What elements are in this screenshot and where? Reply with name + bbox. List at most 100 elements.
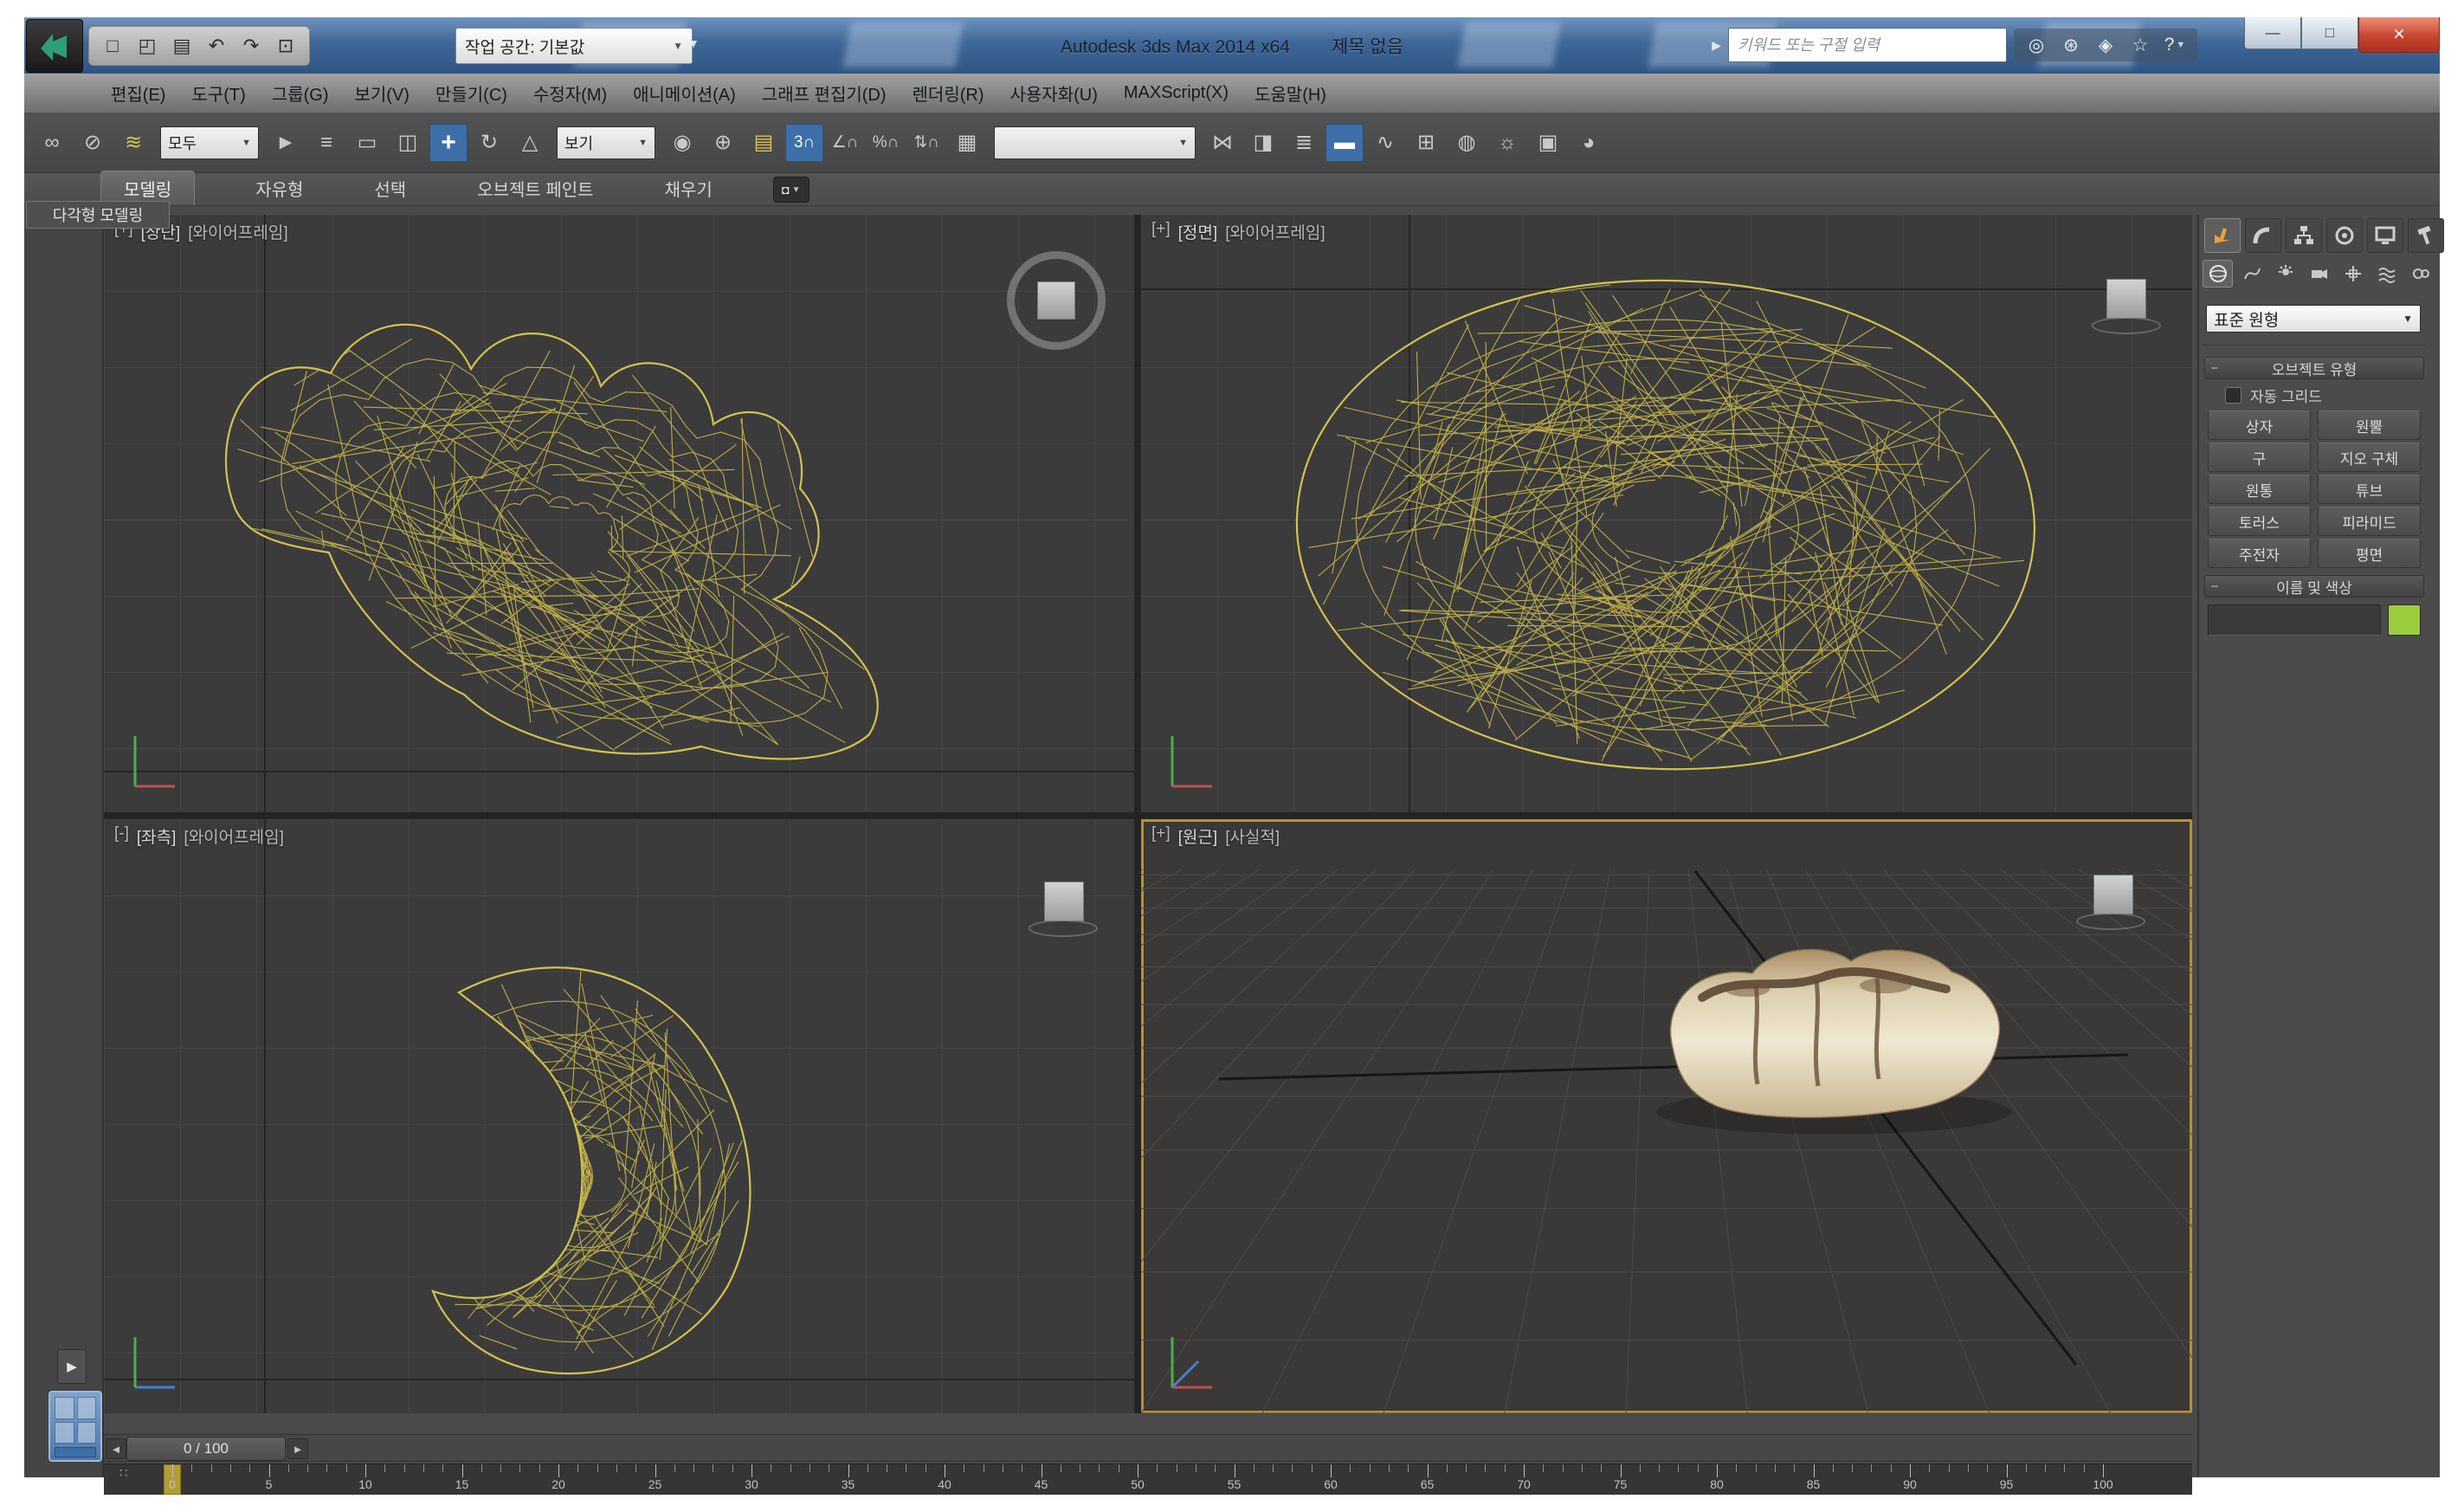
object-color-swatch[interactable]	[2388, 604, 2421, 636]
utilities-tab[interactable]	[2408, 218, 2444, 253]
systems-category-icon[interactable]	[2405, 260, 2435, 288]
search-icon[interactable]: ◎	[2021, 31, 2052, 59]
ribbon-tab-freeform[interactable]: 자유형	[245, 171, 313, 205]
close-button[interactable]: ×	[2358, 17, 2440, 53]
viewcube-icon[interactable]	[1037, 281, 1075, 320]
menu-rendering[interactable]: 렌더링(R)	[900, 81, 997, 106]
viewport-layout-icon[interactable]	[48, 1391, 102, 1462]
spinner-snap-toggle-button[interactable]: ⇅∩	[907, 124, 945, 162]
menu-graph-editors[interactable]: 그래프 편집기(D)	[749, 81, 900, 106]
infocenter-toggle-icon[interactable]: ▶	[1712, 38, 1721, 53]
viewcube-compass-ring[interactable]	[1007, 251, 1106, 350]
space-warps-category-icon[interactable]	[2371, 260, 2402, 288]
maximize-button[interactable]: □	[2301, 17, 2358, 49]
lights-category-icon[interactable]	[2270, 260, 2300, 288]
select-and-move-button[interactable]: +	[429, 124, 468, 162]
display-tab[interactable]	[2367, 218, 2403, 253]
viewport-shading-label[interactable]: [와이어프레임]	[188, 220, 287, 243]
edit-named-selection-sets-button[interactable]: ▦	[948, 124, 986, 162]
search-input[interactable]	[1728, 28, 2007, 62]
next-frame-button[interactable]: ►	[287, 1438, 308, 1459]
viewport-bottom-right-active[interactable]: [+] [원근] [사실적]	[1141, 819, 2192, 1413]
select-object-button[interactable]: ►	[267, 124, 305, 162]
create-geosphere-button[interactable]: 지오 구체	[2318, 443, 2421, 472]
use-pivot-point-center-button[interactable]: ◉	[663, 124, 701, 162]
select-and-link-button[interactable]: ∞	[33, 124, 71, 162]
reference-coordinate-system-dropdown[interactable]: 보기▼	[557, 126, 655, 159]
ribbon-tab-object-paint[interactable]: 오브젝트 페인트	[467, 171, 603, 205]
viewport-menu-label[interactable]: [+]	[1151, 220, 1171, 243]
ribbon-tab-modeling[interactable]: 모델링	[100, 171, 195, 205]
ribbon-tab-selection[interactable]: 선택	[364, 171, 416, 205]
help-icon[interactable]: ?▼	[2159, 31, 2190, 59]
create-tube-button[interactable]: 튜브	[2318, 475, 2421, 504]
ribbon-display-toggle[interactable]: ◘▼	[773, 177, 810, 203]
menu-views[interactable]: 보기(V)	[342, 81, 422, 106]
create-cylinder-button[interactable]: 원통	[2208, 475, 2311, 504]
selection-filter-dropdown[interactable]: 모두▼	[160, 126, 259, 159]
viewcube-icon[interactable]	[1044, 882, 1084, 921]
create-sphere-button[interactable]: 구	[2208, 443, 2311, 472]
viewport-view-label[interactable]: [정면]	[1178, 220, 1218, 243]
cameras-category-icon[interactable]	[2304, 260, 2334, 288]
hierarchy-tab[interactable]	[2286, 218, 2322, 253]
helpers-category-icon[interactable]	[2338, 260, 2368, 288]
ribbon-tab-populate[interactable]: 채우기	[655, 171, 723, 205]
open-file-button[interactable]: ◰	[132, 31, 162, 61]
angle-snap-toggle-button[interactable]: ∠∩	[826, 124, 864, 162]
workspace-dropdown[interactable]: 작업 공간: 기본값 ▼	[455, 28, 693, 64]
viewport-menu-label[interactable]: [-]	[114, 824, 129, 848]
render-production-button[interactable]: ◕	[1570, 124, 1608, 162]
viewport-view-label[interactable]: [원근]	[1178, 824, 1218, 848]
create-teapot-button[interactable]: 주전자	[2208, 539, 2311, 568]
viewcube-icon[interactable]	[2093, 875, 2133, 914]
viewport-shading-label[interactable]: [사실적]	[1225, 824, 1280, 848]
redo-button[interactable]: ↷	[236, 31, 266, 61]
new-scene-button[interactable]: □	[98, 31, 127, 61]
object-name-field[interactable]	[2208, 604, 2381, 636]
subscription-center-icon[interactable]: ⊛	[2055, 31, 2087, 59]
menu-group[interactable]: 그룹(G)	[259, 81, 342, 106]
select-and-rotate-button[interactable]: ↻	[470, 124, 508, 162]
viewport-menu-label[interactable]: [+]	[1151, 824, 1171, 848]
layer-manager-button[interactable]: ≣	[1285, 124, 1323, 162]
align-button[interactable]: ◨	[1244, 124, 1282, 162]
keyboard-shortcut-override-button[interactable]: ▤	[745, 124, 783, 162]
track-ruler[interactable]: ∷ 05101520253035404550556065707580859095…	[104, 1464, 2192, 1495]
save-file-button[interactable]: ▤	[167, 31, 197, 61]
viewport-shading-label[interactable]: [와이어프레임]	[184, 824, 283, 848]
menu-animation[interactable]: 애니메이션(A)	[620, 81, 749, 106]
render-setup-button[interactable]: ☼	[1488, 124, 1526, 162]
shapes-category-icon[interactable]	[2236, 260, 2267, 288]
menu-create[interactable]: 만들기(C)	[422, 81, 520, 106]
project-folder-button[interactable]: ⊡	[271, 31, 300, 61]
menu-maxscript[interactable]: MAXScript(X)	[1111, 83, 1242, 103]
percent-snap-toggle-button[interactable]: %∩	[867, 124, 905, 162]
create-box-button[interactable]: 상자	[2208, 410, 2311, 440]
unlink-selection-button[interactable]: ⊘	[74, 124, 112, 162]
window-crossing-toggle-button[interactable]: ◫	[389, 124, 427, 162]
modify-tab[interactable]	[2245, 218, 2281, 253]
bind-to-space-warp-button[interactable]: ≋	[114, 124, 152, 162]
menu-customize[interactable]: 사용자화(U)	[997, 81, 1111, 106]
track-key-icon[interactable]: ∷	[119, 1468, 128, 1479]
schematic-view-button[interactable]: ⊞	[1407, 124, 1445, 162]
object-type-rollout-header[interactable]: − 오브젝트 유형	[2204, 357, 2424, 379]
geometry-category-icon[interactable]	[2203, 260, 2233, 288]
quick-access-expand-icon[interactable]: ▼	[687, 36, 700, 50]
viewport-view-label[interactable]: [좌측]	[137, 824, 177, 848]
select-by-name-button[interactable]: ≡	[307, 124, 345, 162]
snaps-toggle-button[interactable]: 3∩	[785, 124, 823, 162]
minimize-button[interactable]: —	[2244, 17, 2301, 49]
menu-modifiers[interactable]: 수정자(M)	[520, 81, 620, 106]
mirror-button[interactable]: ⋈	[1203, 124, 1242, 162]
menu-help[interactable]: 도움말(H)	[1242, 81, 1339, 106]
curve-editor-button[interactable]: ∿	[1366, 124, 1404, 162]
create-cone-button[interactable]: 원뿔	[2318, 410, 2421, 440]
create-plane-button[interactable]: 평면	[2318, 539, 2421, 568]
previous-frame-button[interactable]: ◄	[106, 1438, 126, 1459]
motion-tab[interactable]	[2326, 218, 2363, 253]
menu-tools[interactable]: 도구(T)	[178, 81, 258, 106]
autogrid-checkbox[interactable]	[2225, 387, 2241, 404]
create-tab[interactable]	[2204, 218, 2241, 253]
